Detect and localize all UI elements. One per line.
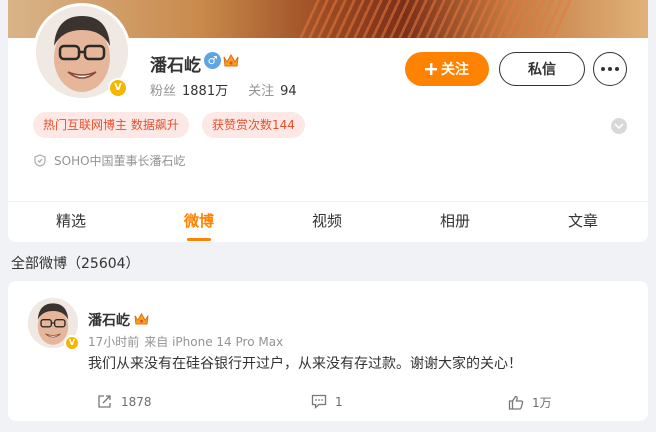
chevron-down-icon[interactable] (611, 118, 627, 134)
repost-button[interactable]: 1878 (97, 394, 152, 409)
fans-count[interactable]: 1881万 (182, 84, 228, 99)
comment-icon (311, 394, 327, 409)
active-tab-indicator (187, 238, 211, 241)
tab-album[interactable]: 相册 (415, 202, 495, 242)
profile-name: 潘石屹 (150, 56, 201, 76)
message-button[interactable]: 私信 (499, 52, 585, 86)
post-text: 我们从来没有在硅谷银行开过户，从来没有存过款。谢谢大家的关心！ (88, 356, 522, 372)
tab-weibo[interactable]: 微博 (159, 202, 239, 242)
like-count: 1万 (532, 396, 552, 410)
follow-button-label: 关注 (441, 62, 469, 78)
plus-icon (425, 63, 437, 75)
bio-text: SOHO中国董事长潘石屹 (54, 154, 186, 168)
post-crown-icon (134, 312, 149, 325)
hot-tag[interactable]: 热门互联网博主 数据飙升 (33, 112, 189, 138)
more-icon[interactable] (593, 52, 627, 86)
tab-featured[interactable]: 精选 (31, 202, 111, 242)
tab-weibo-label: 微博 (183, 212, 214, 230)
repost-icon (98, 395, 111, 408)
profile-tabs: 精选 微博 视频 相册 文章 (8, 201, 648, 242)
post-verified-v-icon: V (64, 335, 80, 351)
reward-tag[interactable]: 获赞赏次数144 (202, 112, 305, 138)
post-source: 来自 iPhone 14 Pro Max (144, 335, 284, 349)
crown-icon (223, 53, 239, 67)
following-label: 关注 (248, 84, 275, 99)
like-icon (508, 395, 524, 410)
comment-button[interactable]: 1 (311, 394, 343, 409)
all-weibo-count[interactable]: 全部微博（25604） (11, 253, 140, 273)
bio: SOHO中国董事长潘石屹 (34, 152, 186, 169)
post-time[interactable]: 17小时前 (88, 335, 139, 349)
comment-count: 1 (335, 394, 343, 409)
post-meta: 17小时前 来自 iPhone 14 Pro Max (88, 333, 288, 350)
follow-button[interactable]: 关注 (405, 52, 489, 86)
fans-label: 粉丝 (150, 84, 177, 99)
like-button[interactable]: 1万 (508, 394, 552, 411)
tab-article[interactable]: 文章 (543, 202, 623, 242)
repost-count: 1878 (121, 394, 152, 409)
tab-video[interactable]: 视频 (287, 202, 367, 242)
profile-stats: 粉丝 1881万 关注 94 (150, 80, 317, 99)
post-card: V 潘石屹 17小时前 来自 iPhone 14 Pro Max 我们从来没有在硅… (8, 281, 648, 421)
male-icon: ♂ (204, 52, 221, 69)
following-count[interactable]: 94 (280, 84, 297, 99)
shield-icon (34, 154, 46, 167)
post-author[interactable]: 潘石屹 (88, 310, 130, 330)
verified-v-icon: V (108, 78, 128, 98)
